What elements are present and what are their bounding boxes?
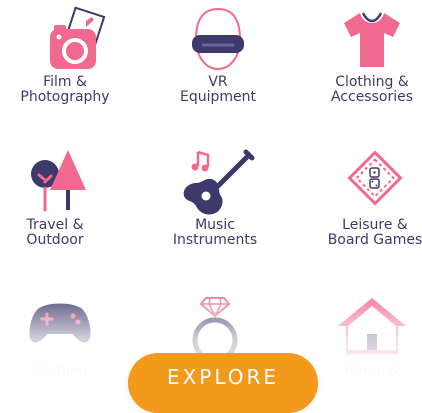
- gamepad-icon: [29, 303, 91, 343]
- category-label: Home &: [343, 363, 401, 379]
- tshirt-icon: [344, 12, 400, 67]
- category-clothing-accessories[interactable]: Clothing & Accessories: [302, 5, 422, 105]
- vr-headset-icon: [192, 7, 244, 71]
- board-game-icon: [347, 150, 403, 206]
- category-label: Clothing & Accessories: [330, 74, 414, 105]
- category-vr-equipment[interactable]: VR Equipment: [148, 5, 288, 105]
- category-home[interactable]: Home &: [302, 294, 422, 379]
- category-music-instruments[interactable]: Music Instruments: [145, 148, 285, 248]
- house-icon: [338, 298, 406, 354]
- category-travel-outdoor[interactable]: Travel & Outdoor: [0, 148, 125, 248]
- category-grid: Film & Photography VR Equipment Clothing…: [0, 0, 422, 382]
- category-label: Film & Photography: [20, 74, 110, 105]
- category-label: Travel & Outdoor: [26, 217, 84, 248]
- category-label: Music Instruments: [172, 217, 258, 248]
- explore-button[interactable]: EXPLORE: [128, 353, 318, 413]
- category-gaming[interactable]: Gaming: [0, 294, 130, 379]
- category-label: VR Equipment: [180, 74, 256, 105]
- category-film-photography[interactable]: Film & Photography: [0, 5, 135, 105]
- category-leisure-board-games[interactable]: Leisure & Board Games: [305, 148, 422, 248]
- category-label: Leisure & Board Games: [327, 217, 422, 248]
- trees-icon: [31, 150, 86, 212]
- category-label: Gaming: [32, 363, 88, 379]
- camera-icon: [50, 6, 106, 69]
- guitar-icon: [183, 149, 255, 215]
